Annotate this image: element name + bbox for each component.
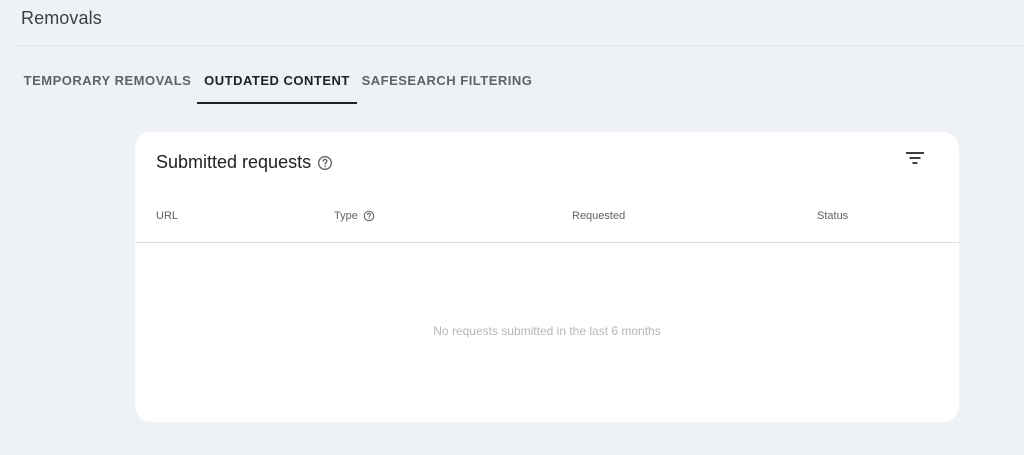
help-circle-icon[interactable] [317, 155, 333, 171]
card-header: Submitted requests [156, 150, 333, 174]
column-label-requested: Requested [572, 210, 626, 222]
tab-bar: TEMPORARY REMOVALS OUTDATED CONTENT SAFE… [0, 56, 1024, 104]
column-label-type: Type [334, 210, 358, 222]
column-label-url: URL [156, 210, 179, 222]
filter-button[interactable] [899, 144, 931, 176]
table-header: URL Type Requested Status [135, 200, 959, 243]
title-divider [16, 45, 1024, 46]
submitted-requests-card: Submitted requests URL Type Requested St… [135, 132, 959, 422]
empty-state-message: No requests submitted in the last 6 mont… [433, 324, 661, 338]
card-title: Submitted requests [156, 152, 312, 172]
tab-temporary-removals[interactable]: TEMPORARY REMOVALS [18, 56, 197, 104]
column-header-requested[interactable]: Requested [572, 200, 625, 232]
column-header-url[interactable]: URL [156, 200, 178, 232]
filter-icon [906, 151, 924, 170]
column-label-status: Status [817, 210, 849, 222]
column-header-type[interactable]: Type [334, 200, 375, 232]
page-title: Removals [21, 8, 102, 28]
help-circle-icon[interactable] [363, 210, 375, 222]
column-header-status[interactable]: Status [817, 200, 848, 232]
tab-outdated-content[interactable]: OUTDATED CONTENT [197, 56, 357, 104]
tab-safesearch-filtering[interactable]: SAFESEARCH FILTERING [357, 56, 537, 104]
